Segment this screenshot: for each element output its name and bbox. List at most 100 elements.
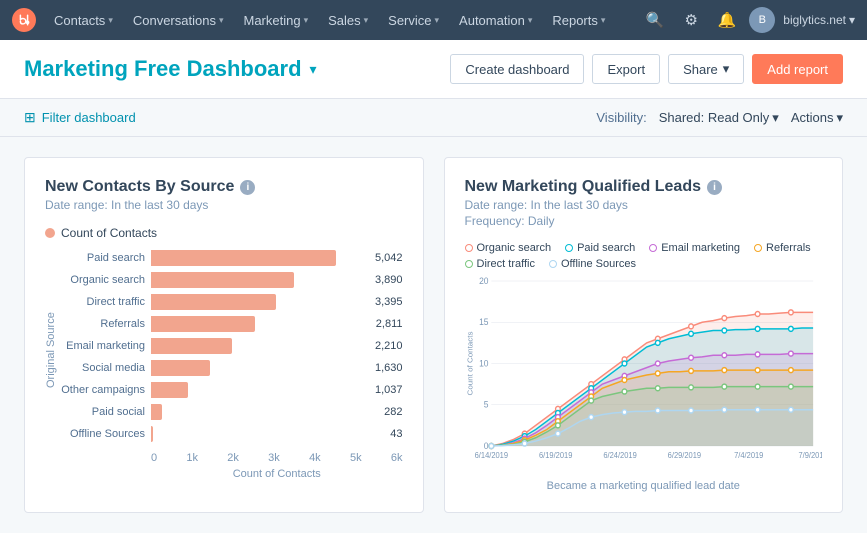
bar-fill: [151, 272, 294, 288]
bar-label: Paid search: [61, 252, 151, 264]
nav-marketing[interactable]: Marketing ▾: [233, 0, 318, 40]
bar-fill: [151, 250, 336, 266]
bar-label: Other campaigns: [61, 384, 151, 396]
bar-rows: Paid search 5,042 Organic search 3,890 D…: [61, 250, 403, 448]
marketing-caret: ▾: [304, 15, 309, 26]
dashboard-dropdown-icon[interactable]: ▾: [310, 61, 317, 78]
filter-icon: ⊞: [24, 109, 36, 126]
notifications-icon[interactable]: 🔔: [713, 6, 741, 34]
legend-item-label: Direct traffic: [477, 258, 535, 270]
settings-icon[interactable]: ⚙: [677, 6, 705, 34]
bar-track: [151, 382, 371, 398]
navbar: Contacts ▾ Conversations ▾ Marketing ▾ S…: [0, 0, 867, 40]
card-right-info-icon[interactable]: i: [707, 180, 722, 195]
bar-label: Referrals: [61, 318, 151, 330]
nav-automation[interactable]: Automation ▾: [449, 0, 542, 40]
bar-row: Other campaigns 1,037: [61, 382, 403, 398]
nav-conversations[interactable]: Conversations ▾: [123, 0, 234, 40]
account-name[interactable]: biglytics.net ▾: [783, 13, 855, 27]
filter-dashboard-button[interactable]: ⊞ Filter dashboard: [24, 109, 136, 126]
bar-chart: Original Source Paid search 5,042 Organi…: [45, 250, 403, 450]
bar-x-tick: 3k: [268, 452, 280, 464]
reports-caret: ▾: [601, 15, 606, 26]
contacts-caret: ▾: [108, 15, 113, 26]
legend-dot-icon: [565, 244, 573, 252]
actions-dropdown[interactable]: Actions ▾: [791, 110, 843, 126]
bar-value: 2,210: [375, 340, 403, 352]
bar-value: 43: [390, 428, 402, 440]
legend-dot-icon: [465, 260, 473, 268]
bar-label: Social media: [61, 362, 151, 374]
card-left-title: New Contacts By Source i: [45, 178, 403, 196]
legend-dot: [45, 228, 55, 238]
line-chart-legend: Organic search Paid search Email marketi…: [465, 242, 823, 270]
svg-text:6/29/2019: 6/29/2019: [667, 451, 700, 460]
svg-text:7/9/2019: 7/9/2019: [798, 451, 822, 460]
nav-contacts[interactable]: Contacts ▾: [44, 0, 123, 40]
bar-value: 2,811: [376, 318, 403, 330]
account-caret: ▾: [849, 13, 855, 27]
nav-service[interactable]: Service ▾: [378, 0, 449, 40]
bar-row: Social media 1,630: [61, 360, 403, 376]
share-button[interactable]: Share ▾: [668, 54, 744, 84]
bar-label: Email marketing: [61, 340, 151, 352]
bar-x-tick: 5k: [350, 452, 362, 464]
search-icon[interactable]: 🔍: [641, 6, 669, 34]
bar-label: Offline Sources: [61, 428, 151, 440]
bar-fill: [151, 360, 210, 376]
avatar[interactable]: B: [749, 7, 775, 33]
line-legend-item: Email marketing: [649, 242, 740, 254]
bar-track: [151, 338, 371, 354]
bar-fill: [151, 426, 153, 442]
bar-row: Direct traffic 3,395: [61, 294, 403, 310]
nav-items: Contacts ▾ Conversations ▾ Marketing ▾ S…: [44, 0, 641, 40]
main-content: New Contacts By Source i Date range: In …: [0, 137, 867, 533]
bar-track: [151, 250, 371, 266]
legend-dot-icon: [465, 244, 473, 252]
bar-x-label: Count of Contacts: [61, 466, 403, 480]
bar-row: Paid social 282: [61, 404, 403, 420]
line-legend-item: Paid search: [565, 242, 635, 254]
page-title-wrap: Marketing Free Dashboard ▾: [24, 56, 317, 82]
svg-text:7/4/2019: 7/4/2019: [734, 451, 763, 460]
bar-x-tick: 2k: [227, 452, 239, 464]
bar-value: 3,890: [375, 274, 403, 286]
svg-text:15: 15: [479, 317, 489, 327]
conversations-caret: ▾: [219, 15, 224, 26]
line-legend-item: Referrals: [754, 242, 811, 254]
export-button[interactable]: Export: [592, 54, 660, 84]
bar-row: Offline Sources 43: [61, 426, 403, 442]
nav-reports[interactable]: Reports ▾: [542, 0, 615, 40]
bar-label: Organic search: [61, 274, 151, 286]
create-dashboard-button[interactable]: Create dashboard: [450, 54, 584, 84]
bar-track: [151, 426, 386, 442]
visibility-dropdown[interactable]: Shared: Read Only ▾: [659, 110, 779, 126]
legend-item-label: Paid search: [577, 242, 635, 254]
line-chart: 051015206/14/20196/19/20196/24/20196/29/…: [465, 276, 823, 476]
hubspot-logo[interactable]: [12, 8, 36, 32]
svg-text:20: 20: [479, 276, 489, 286]
legend-item-label: Email marketing: [661, 242, 740, 254]
bar-value: 1,630: [375, 362, 403, 374]
svg-text:Count of Contacts: Count of Contacts: [465, 331, 474, 395]
nav-sales[interactable]: Sales ▾: [318, 0, 378, 40]
bar-chart-legend: Count of Contacts: [45, 226, 403, 240]
legend-item-label: Organic search: [477, 242, 552, 254]
svg-text:6/14/2019: 6/14/2019: [474, 451, 507, 460]
bar-fill: [151, 382, 188, 398]
visibility-caret-icon: ▾: [772, 110, 779, 126]
legend-item-label: Referrals: [766, 242, 811, 254]
bar-fill: [151, 404, 162, 420]
svg-text:6/19/2019: 6/19/2019: [538, 451, 571, 460]
bar-label: Direct traffic: [61, 296, 151, 308]
page-header: Marketing Free Dashboard ▾ Create dashbo…: [0, 40, 867, 99]
svg-text:5: 5: [483, 400, 488, 410]
bar-track: [151, 360, 371, 376]
add-report-button[interactable]: Add report: [752, 54, 843, 84]
bar-x-tick: 1k: [186, 452, 198, 464]
bar-x-tick: 6k: [391, 452, 403, 464]
bar-track: [151, 294, 371, 310]
header-actions: Create dashboard Export Share ▾ Add repo…: [450, 54, 843, 84]
line-legend-item: Offline Sources: [549, 258, 636, 270]
card-left-info-icon[interactable]: i: [240, 180, 255, 195]
